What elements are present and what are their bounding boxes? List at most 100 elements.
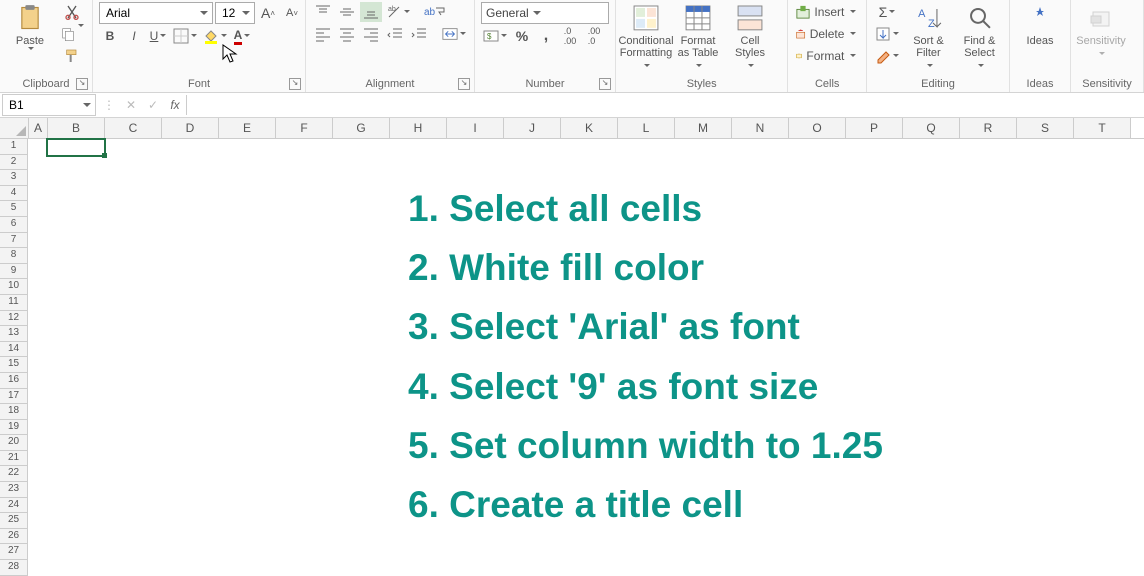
row-header-18[interactable]: 18	[0, 404, 28, 420]
column-header-N[interactable]: N	[732, 118, 789, 138]
row-header-27[interactable]: 27	[0, 544, 28, 560]
align-left-icon[interactable]	[312, 24, 334, 44]
sensitivity-button[interactable]: Sensitivity	[1077, 2, 1125, 70]
row-header-19[interactable]: 19	[0, 420, 28, 436]
row-header-5[interactable]: 5	[0, 201, 28, 217]
alignment-dialog-icon[interactable]: ↘	[458, 78, 470, 90]
column-header-L[interactable]: L	[618, 118, 675, 138]
borders-button[interactable]	[171, 26, 199, 46]
align-middle-icon[interactable]	[336, 2, 358, 22]
fill-button[interactable]	[873, 24, 901, 44]
row-header-24[interactable]: 24	[0, 498, 28, 514]
align-center-icon[interactable]	[336, 24, 358, 44]
enter-formula-icon[interactable]: ✓	[142, 98, 164, 112]
find-select-button[interactable]: Find & Select	[956, 2, 1003, 70]
decrease-decimal-icon[interactable]: .00.0	[583, 26, 605, 46]
row-header-12[interactable]: 12	[0, 311, 28, 327]
row-header-15[interactable]: 15	[0, 357, 28, 373]
number-dialog-icon[interactable]: ↘	[599, 78, 611, 90]
row-header-2[interactable]: 2	[0, 155, 28, 171]
row-header-20[interactable]: 20	[0, 435, 28, 451]
font-dialog-icon[interactable]: ↘	[289, 78, 301, 90]
clipboard-dialog-icon[interactable]: ↘	[76, 78, 88, 90]
row-header-28[interactable]: 28	[0, 560, 28, 576]
selected-cell[interactable]	[46, 138, 106, 157]
row-header-4[interactable]: 4	[0, 186, 28, 202]
font-name-select[interactable]	[99, 2, 213, 24]
delete-cells-button[interactable]: Delete	[794, 24, 858, 44]
column-header-O[interactable]: O	[789, 118, 846, 138]
fill-color-button[interactable]	[201, 26, 229, 46]
row-header-8[interactable]: 8	[0, 248, 28, 264]
column-header-A[interactable]: A	[29, 118, 48, 138]
fx-icon[interactable]: fx	[164, 98, 186, 112]
name-box[interactable]	[2, 94, 96, 116]
row-header-14[interactable]: 14	[0, 342, 28, 358]
comma-format-icon[interactable]: ,	[535, 26, 557, 46]
align-top-icon[interactable]	[312, 2, 334, 22]
column-header-M[interactable]: M	[675, 118, 732, 138]
row-header-3[interactable]: 3	[0, 170, 28, 186]
number-format-select[interactable]: General	[481, 2, 609, 24]
row-header-13[interactable]: 13	[0, 326, 28, 342]
increase-font-icon[interactable]: A˄	[257, 3, 279, 23]
format-painter-button[interactable]	[58, 46, 86, 66]
column-header-G[interactable]: G	[333, 118, 390, 138]
font-size-select[interactable]	[215, 2, 255, 24]
font-color-button[interactable]: A	[231, 26, 253, 46]
increase-decimal-icon[interactable]: .0.00	[559, 26, 581, 46]
formula-dropdown-icon[interactable]: ⋮	[98, 98, 120, 112]
column-header-H[interactable]: H	[390, 118, 447, 138]
select-all-corner[interactable]	[0, 118, 29, 138]
column-header-F[interactable]: F	[276, 118, 333, 138]
decrease-font-icon[interactable]: A˅	[281, 3, 303, 23]
row-header-23[interactable]: 23	[0, 482, 28, 498]
align-bottom-icon[interactable]	[360, 2, 382, 22]
orientation-icon[interactable]: ab	[384, 2, 412, 22]
format-cells-button[interactable]: Format	[794, 46, 858, 66]
row-header-17[interactable]: 17	[0, 389, 28, 405]
row-header-7[interactable]: 7	[0, 233, 28, 249]
row-header-16[interactable]: 16	[0, 373, 28, 389]
row-header-26[interactable]: 26	[0, 529, 28, 545]
increase-indent-icon[interactable]	[408, 24, 430, 44]
percent-format-icon[interactable]: %	[511, 26, 533, 46]
column-header-Q[interactable]: Q	[903, 118, 960, 138]
column-header-D[interactable]: D	[162, 118, 219, 138]
row-header-25[interactable]: 25	[0, 513, 28, 529]
row-header-1[interactable]: 1	[0, 139, 28, 155]
row-header-11[interactable]: 11	[0, 295, 28, 311]
bold-button[interactable]: B	[99, 26, 121, 46]
autosum-button[interactable]: Σ	[873, 2, 901, 22]
sort-filter-button[interactable]: AZ Sort & Filter	[905, 2, 952, 70]
ideas-button[interactable]: Ideas	[1016, 2, 1064, 70]
align-right-icon[interactable]	[360, 24, 382, 44]
clear-button[interactable]	[873, 46, 901, 66]
cell-styles-button[interactable]: Cell Styles	[726, 2, 774, 70]
row-header-22[interactable]: 22	[0, 466, 28, 482]
format-as-table-button[interactable]: Format as Table	[674, 2, 722, 70]
column-header-R[interactable]: R	[960, 118, 1017, 138]
column-header-J[interactable]: J	[504, 118, 561, 138]
italic-button[interactable]: I	[123, 26, 145, 46]
column-header-C[interactable]: C	[105, 118, 162, 138]
column-header-P[interactable]: P	[846, 118, 903, 138]
column-header-K[interactable]: K	[561, 118, 618, 138]
accounting-format-icon[interactable]: $	[481, 26, 509, 46]
row-header-21[interactable]: 21	[0, 451, 28, 467]
insert-cells-button[interactable]: Insert	[794, 2, 858, 22]
column-header-T[interactable]: T	[1074, 118, 1131, 138]
cut-button[interactable]	[58, 2, 86, 22]
formula-input[interactable]	[186, 95, 1144, 115]
wrap-text-button[interactable]: ab	[422, 2, 447, 22]
paste-button[interactable]: Paste	[6, 2, 54, 70]
merge-center-button[interactable]	[440, 24, 468, 44]
conditional-formatting-button[interactable]: Conditional Formatting	[622, 2, 670, 70]
column-header-B[interactable]: B	[48, 118, 105, 138]
row-header-6[interactable]: 6	[0, 217, 28, 233]
row-header-9[interactable]: 9	[0, 264, 28, 280]
copy-button[interactable]	[58, 24, 86, 44]
column-header-S[interactable]: S	[1017, 118, 1074, 138]
decrease-indent-icon[interactable]	[384, 24, 406, 44]
underline-button[interactable]: U	[147, 26, 169, 46]
